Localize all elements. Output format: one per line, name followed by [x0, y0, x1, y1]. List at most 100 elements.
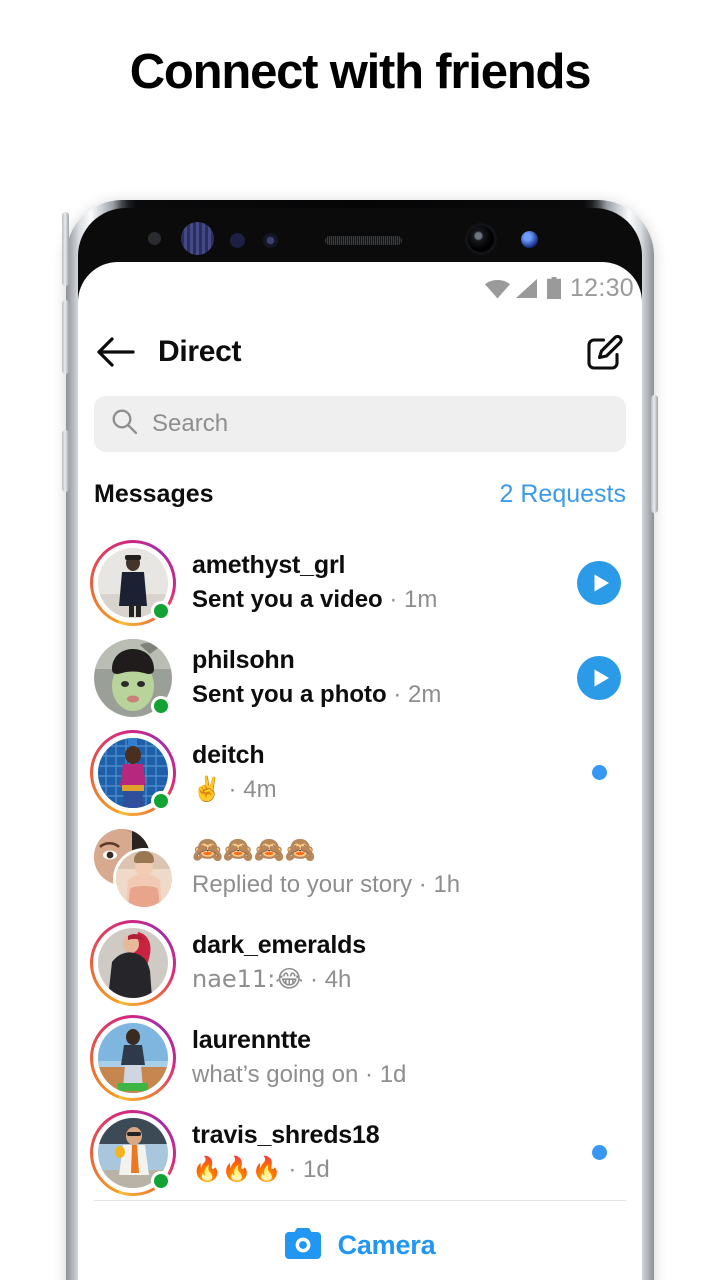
- preview-time: 4m: [243, 775, 277, 803]
- avatar[interactable]: [90, 539, 176, 626]
- avatar[interactable]: [90, 1014, 176, 1101]
- row-trailing: [572, 765, 626, 780]
- avatar[interactable]: [90, 1109, 176, 1196]
- preview-time: 1d: [379, 1060, 407, 1088]
- conversation-meta: travis_shreds18 🔥🔥🔥 · 1d: [192, 1120, 572, 1184]
- conversation-meta: 🙈🙈🙈🙈 Replied to your story · 1h: [192, 835, 572, 899]
- row-trailing: [572, 1145, 626, 1160]
- group-avatar-image-front: [116, 850, 172, 907]
- search-input-placeholder: Search: [152, 410, 229, 437]
- online-indicator: [151, 1170, 171, 1191]
- conversation-meta: dark_emeralds nae11:😂 · 4h: [192, 930, 572, 994]
- preview-text: Replied to your story: [192, 870, 413, 898]
- preview-separator: ·: [358, 1060, 380, 1088]
- preview-time: 4h: [324, 965, 352, 993]
- preview-text: Sent you a video: [192, 585, 383, 613]
- assistant-button[interactable]: [62, 430, 69, 492]
- conversation-preview: ✌️ · 4m: [192, 774, 572, 805]
- conversation-username: 🙈🙈🙈🙈: [192, 836, 316, 865]
- table-row[interactable]: dark_emeralds nae11:😂 · 4h: [78, 915, 642, 1010]
- wifi-icon: [484, 280, 510, 299]
- status-clock: 12:30: [569, 273, 634, 302]
- conversation-preview: what’s going on · 1d: [192, 1059, 572, 1090]
- preview-separator: ·: [386, 680, 408, 708]
- ir-sensor-icon: [263, 233, 278, 248]
- table-row[interactable]: travis_shreds18 🔥🔥🔥 · 1d: [78, 1105, 642, 1200]
- proximity-sensor-icon: [148, 232, 161, 245]
- row-trailing[interactable]: [572, 655, 626, 700]
- conversation-username: deitch: [192, 741, 265, 770]
- page-title: Direct: [158, 335, 242, 368]
- preview-separator: ·: [221, 775, 244, 803]
- preview-time: 2m: [408, 680, 442, 708]
- signal-icon: [515, 278, 538, 298]
- camera-button[interactable]: Camera: [78, 1201, 642, 1280]
- table-row[interactable]: deitch ✌️ · 4m: [78, 725, 642, 820]
- preview-separator: ·: [281, 1155, 303, 1183]
- phone-screen: 12:30 Direct Search Messages 2 Requests …: [78, 262, 642, 1280]
- avatar-image: [98, 1022, 168, 1093]
- requests-link[interactable]: 2 Requests: [500, 480, 626, 509]
- unread-dot: [591, 1145, 607, 1160]
- online-indicator: [151, 600, 171, 621]
- table-row[interactable]: amethyst_grl Sent you a video · 1m: [78, 535, 642, 630]
- conversation-meta: philsohn Sent you a photo · 2m: [192, 645, 572, 709]
- online-indicator: [151, 790, 171, 811]
- messages-section-header: Messages 2 Requests: [94, 480, 626, 509]
- status-bar: 12:30: [78, 268, 642, 308]
- camera-icon: [284, 1227, 321, 1264]
- avatar[interactable]: [90, 729, 176, 816]
- preview-text: ✌️: [192, 774, 222, 803]
- play-button[interactable]: [577, 560, 621, 605]
- preview-time: 1d: [302, 1155, 330, 1183]
- volume-up-button[interactable]: [62, 212, 69, 286]
- preview-time: 1h: [433, 870, 461, 898]
- camera-label: Camera: [337, 1230, 436, 1260]
- light-sensor-icon: [230, 233, 245, 248]
- avatar-image: [98, 927, 168, 998]
- app-store-promo-screenshot: Connect with friends 12:30 Direct Search…: [0, 0, 720, 1280]
- table-row[interactable]: 🙈🙈🙈🙈 Replied to your story · 1h: [78, 820, 642, 915]
- preview-time: 1m: [404, 585, 438, 613]
- front-camera-icon: [468, 226, 494, 252]
- conversation-preview: Sent you a video · 1m: [192, 584, 572, 615]
- preview-text: Sent you a photo: [192, 680, 387, 708]
- conversation-username: laurenntte: [192, 1026, 311, 1055]
- table-row[interactable]: laurenntte what’s going on · 1d: [78, 1010, 642, 1105]
- app-header: Direct: [78, 314, 642, 390]
- conversation-preview: Sent you a photo · 2m: [192, 679, 572, 710]
- unread-dot: [591, 765, 607, 780]
- search-icon: [112, 409, 138, 439]
- promo-headline: Connect with friends: [129, 45, 592, 99]
- conversation-preview: Replied to your story · 1h: [192, 869, 572, 900]
- conversation-meta: laurenntte what’s going on · 1d: [192, 1025, 572, 1089]
- table-row[interactable]: philsohn Sent you a photo · 2m: [78, 630, 642, 725]
- search-bar[interactable]: Search: [94, 396, 626, 452]
- conversation-username: amethyst_grl: [192, 551, 346, 580]
- play-button[interactable]: [577, 655, 621, 700]
- messages-label: Messages: [94, 480, 214, 508]
- avatar[interactable]: [94, 638, 172, 717]
- preview-separator: ·: [303, 965, 325, 993]
- back-arrow-icon[interactable]: [96, 335, 136, 369]
- avatar[interactable]: [94, 828, 172, 907]
- phone-sensor-cluster: [78, 200, 642, 262]
- power-button[interactable]: [651, 395, 658, 513]
- notification-led-icon: [521, 231, 538, 248]
- online-indicator: [151, 695, 171, 716]
- conversation-meta: amethyst_grl Sent you a video · 1m: [192, 550, 572, 614]
- conversation-preview: nae11:😂 · 4h: [192, 964, 572, 995]
- preview-text: 🔥🔥🔥: [192, 1154, 282, 1183]
- volume-down-button[interactable]: [62, 300, 69, 374]
- row-trailing[interactable]: [572, 560, 626, 605]
- preview-separator: ·: [412, 870, 434, 898]
- earpiece-speaker-icon: [325, 236, 402, 245]
- conversation-username: dark_emeralds: [192, 931, 366, 960]
- conversation-username: philsohn: [192, 646, 295, 675]
- conversation-preview: 🔥🔥🔥 · 1d: [192, 1154, 572, 1185]
- conversation-list: amethyst_grl Sent you a video · 1m phils…: [78, 535, 642, 1200]
- compose-icon[interactable]: [586, 333, 624, 371]
- iris-scanner-icon: [181, 222, 214, 255]
- conversation-meta: deitch ✌️ · 4m: [192, 740, 572, 804]
- avatar[interactable]: [90, 919, 176, 1006]
